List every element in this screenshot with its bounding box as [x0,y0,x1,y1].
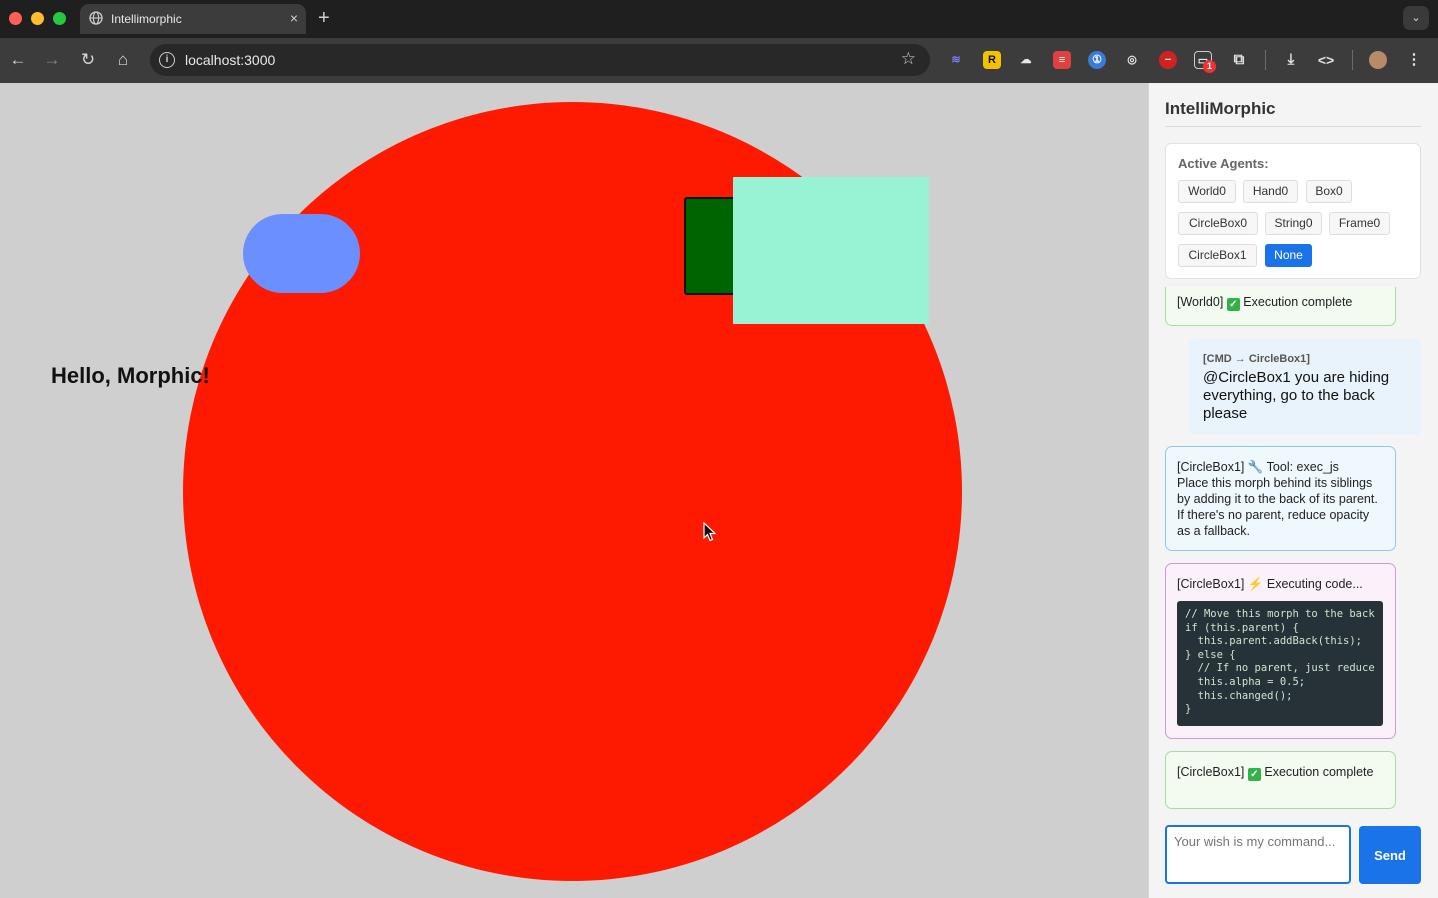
forward-arrow-icon[interactable]: → [40,48,64,72]
agent-button-box0[interactable]: Box0 [1306,180,1352,203]
message-status: Execution complete [1243,295,1353,309]
message-header: [CircleBox1] ⚡ Executing code... [1177,577,1363,591]
site-info-icon[interactable]: i [159,52,175,68]
code-text: // Move this morph to the back if (this.… [1185,608,1375,716]
r-extension-icon[interactable]: R [983,51,1001,69]
password-extension-icon[interactable]: ① [1088,51,1106,69]
send-button[interactable]: Send [1359,826,1421,884]
message-sender: [World0] [1177,295,1224,309]
user-command-message: [CMD → CircleBox1] @CircleBox1 you are h… [1189,339,1421,435]
agent-button-none[interactable]: None [1265,244,1312,267]
browser-toolbar: ← → ↻ ⌂ i localhost:3000 ☆ ≋ R ☁ ≡ ① ◎ −… [0,38,1438,83]
kebab-menu-icon[interactable]: ⋮ [1405,51,1423,69]
panel-title: IntelliMorphic [1165,99,1276,118]
tab-title: Intellimorphic [111,12,182,26]
code-icon[interactable]: <> [1317,51,1335,69]
message-log[interactable]: [World0] ✓ Execution complete [CMD → Cir… [1149,287,1438,817]
bookmark-star-icon[interactable]: ☆ [901,49,916,69]
checkmark-icon: ✓ [1226,298,1240,311]
address-bar[interactable]: i localhost:3000 ☆ [150,44,930,76]
layers-extension-icon[interactable]: ≡ [1053,51,1071,69]
panel-divider [1165,126,1421,127]
agent-button-frame0[interactable]: Frame0 [1329,212,1390,235]
maximize-window-button[interactable] [53,12,66,25]
profile-avatar[interactable] [1369,51,1387,69]
message-circlebox1-complete: [CircleBox1] ✓ Execution complete [1165,751,1396,809]
active-agents-box: Active Agents: World0 Hand0 Box0 CircleB… [1165,143,1421,279]
checkmark-icon: ✓ [1247,768,1261,781]
browser-tab-bar: Intellimorphic × + ⌄ [0,0,1438,38]
message-header: [CircleBox1] 🔧 Tool: exec_js [1177,460,1339,474]
agent-button-hand0[interactable]: Hand0 [1243,180,1298,203]
download-icon[interactable]: ⤓ [1282,51,1300,69]
code-block[interactable]: // Move this morph to the back if (this.… [1177,601,1383,726]
active-agents-label: Active Agents: [1178,156,1269,171]
spy-extension-icon[interactable]: ◎ [1123,51,1141,69]
message-sender: [CircleBox1] [1177,765,1245,779]
rounded-box-morph[interactable] [243,214,360,293]
message-body: Place this morph behind its siblings by … [1177,476,1378,538]
message-tool-exec-js: [CircleBox1] 🔧 Tool: exec_js Place this … [1165,446,1396,551]
page-content: Hello, Morphic! IntelliMorphic Active Ag… [0,83,1438,898]
agent-button-world0[interactable]: World0 [1178,180,1236,203]
mint-box-morph[interactable] [733,177,929,324]
back-arrow-icon[interactable]: ← [6,48,30,72]
extension-badge: 1 [1203,60,1216,73]
minimize-window-button[interactable] [31,12,44,25]
toolbar-divider [1352,50,1353,70]
command-input[interactable] [1165,825,1351,884]
message-status: Execution complete [1264,765,1374,779]
intellimorphic-side-panel: IntelliMorphic Active Agents: World0 Han… [1148,83,1438,898]
toolbar-divider [1265,50,1266,70]
agent-button-circlebox1[interactable]: CircleBox1 [1178,244,1257,267]
address-url[interactable]: localhost:3000 [185,52,275,68]
home-icon[interactable]: ⌂ [111,48,135,72]
command-target-label: [CMD → CircleBox1] [1203,353,1310,365]
agent-button-circlebox0[interactable]: CircleBox0 [1178,212,1258,235]
browser-tab[interactable]: Intellimorphic × [80,4,306,34]
close-window-button[interactable] [9,12,22,25]
puzzle-extensions-icon[interactable]: ⧉ [1230,51,1248,69]
waveform-extension-icon[interactable]: ≋ [947,51,965,69]
message-executing-code: [CircleBox1] ⚡ Executing code... // Move… [1165,563,1396,739]
cloud-extension-icon[interactable]: ☁ [1017,51,1035,69]
block-extension-icon[interactable]: − [1159,51,1177,69]
globe-icon [89,11,103,25]
command-text: @CircleBox1 you are hiding everything, g… [1203,369,1390,422]
hello-string-morph[interactable]: Hello, Morphic! [51,363,210,389]
agent-button-string0[interactable]: String0 [1265,212,1322,235]
message-world0-complete: [World0] ✓ Execution complete [1165,287,1396,326]
morphic-world-canvas[interactable]: Hello, Morphic! [0,83,1148,898]
new-tab-button[interactable]: + [318,7,330,30]
tab-search-button[interactable]: ⌄ [1403,6,1429,30]
reload-icon[interactable]: ↻ [76,48,100,72]
tab-close-icon[interactable]: × [290,10,298,26]
mouse-pointer-icon [703,522,717,542]
